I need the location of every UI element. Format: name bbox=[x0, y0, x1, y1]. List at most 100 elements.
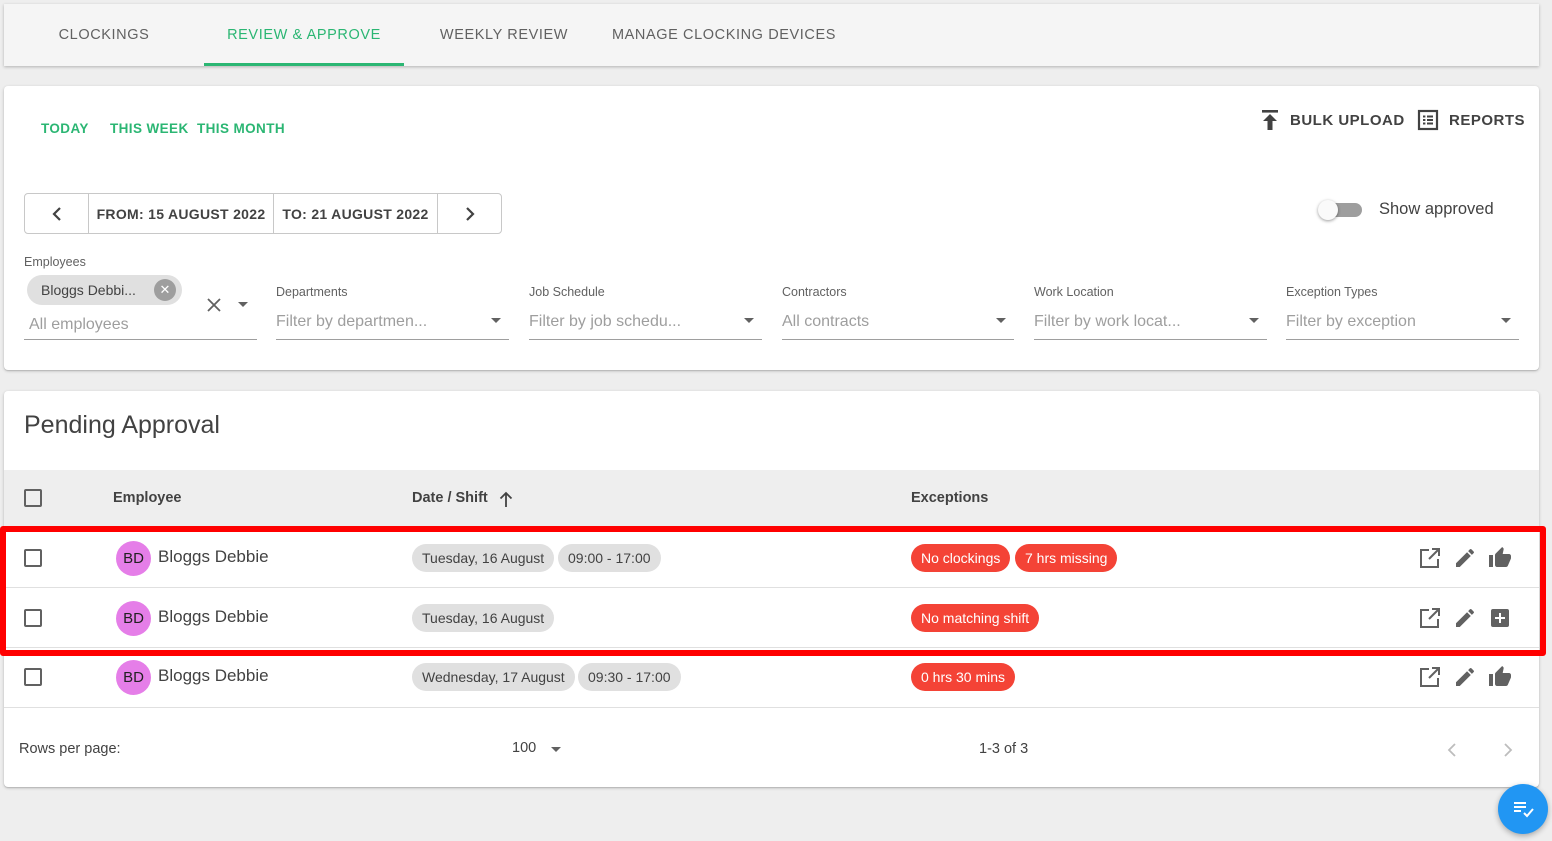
tab-manage-clocking-devices[interactable]: MANAGE CLOCKING DEVICES bbox=[604, 4, 844, 66]
tab-weekly-review[interactable]: WEEKLY REVIEW bbox=[404, 4, 604, 66]
row-checkbox[interactable] bbox=[24, 609, 42, 627]
shift-chip: 09:00 - 17:00 bbox=[558, 544, 661, 572]
next-week-button[interactable] bbox=[438, 194, 501, 233]
to-date-button[interactable]: TO: 21 AUGUST 2022 bbox=[274, 194, 438, 233]
departments-label: Departments bbox=[276, 285, 348, 299]
date-shift-column-header[interactable]: Date / Shift bbox=[412, 490, 488, 506]
today-button[interactable]: TODAY bbox=[41, 121, 89, 136]
row-checkbox[interactable] bbox=[24, 549, 42, 567]
avatar: BD bbox=[116, 660, 151, 695]
rows-per-page-select[interactable]: 100 bbox=[512, 739, 568, 761]
this-week-button[interactable]: THIS WEEK bbox=[110, 121, 189, 136]
table-row[interactable]: BD Bloggs Debbie Tuesday, 16 August 09:0… bbox=[4, 528, 1539, 588]
work-location-dropdown-icon bbox=[1249, 318, 1259, 323]
chevron-left-icon bbox=[51, 206, 61, 221]
employees-dropdown-icon[interactable] bbox=[238, 302, 248, 307]
arrow-up-icon[interactable] bbox=[499, 490, 513, 508]
edit-icon[interactable] bbox=[1453, 665, 1477, 689]
section-title: Pending Approval bbox=[24, 411, 220, 439]
table-header: Employee Date / Shift Exceptions bbox=[4, 470, 1539, 526]
floating-action-button[interactable] bbox=[1498, 784, 1548, 834]
playlist-check-icon bbox=[1514, 802, 1534, 818]
employees-select[interactable]: All employees bbox=[24, 308, 257, 340]
avatar: BD bbox=[116, 541, 151, 576]
contractors-placeholder: All contracts bbox=[782, 313, 870, 330]
date-chip: Wednesday, 17 August bbox=[412, 663, 575, 691]
rows-per-page-value: 100 bbox=[512, 740, 537, 756]
thumb-up-icon[interactable] bbox=[1488, 546, 1512, 570]
reports-button[interactable]: REPORTS bbox=[1417, 106, 1525, 134]
avatar: BD bbox=[116, 601, 151, 636]
filter-card: TODAY THIS WEEK THIS MONTH BULK UPLOAD R… bbox=[4, 86, 1539, 370]
toggle-thumb bbox=[1318, 200, 1338, 220]
job-schedule-placeholder: Filter by job schedu... bbox=[529, 313, 682, 330]
edit-icon[interactable] bbox=[1453, 546, 1477, 570]
from-date-button[interactable]: FROM: 15 AUGUST 2022 bbox=[89, 194, 274, 233]
pending-approval-card: Pending Approval Employee Date / Shift E… bbox=[4, 391, 1539, 787]
table-row[interactable]: BD Bloggs Debbie Tuesday, 16 August No m… bbox=[4, 588, 1539, 648]
employee-name: Bloggs Debbie bbox=[158, 607, 269, 626]
edit-icon[interactable] bbox=[1453, 606, 1477, 630]
exception-chip: 7 hrs missing bbox=[1015, 544, 1118, 572]
work-location-placeholder: Filter by work locat... bbox=[1034, 313, 1181, 330]
shift-chip: 09:30 - 17:00 bbox=[578, 663, 681, 691]
employee-chip-label: Bloggs Debbi... bbox=[41, 282, 136, 298]
employees-label: Employees bbox=[24, 255, 86, 269]
show-approved-label: Show approved bbox=[1379, 200, 1494, 218]
pagination-range: 1-3 of 3 bbox=[979, 741, 1029, 757]
exception-types-label: Exception Types bbox=[1286, 285, 1378, 299]
table-row[interactable]: BD Bloggs Debbie Wednesday, 17 August 09… bbox=[4, 648, 1539, 708]
tab-review-approve[interactable]: REVIEW & APPROVE bbox=[204, 4, 404, 66]
employee-column-header[interactable]: Employee bbox=[113, 490, 182, 506]
exception-types-dropdown-icon bbox=[1501, 318, 1511, 323]
job-schedule-select[interactable]: Filter by job schedu... bbox=[529, 308, 762, 340]
open-in-new-icon[interactable] bbox=[1418, 546, 1442, 570]
departments-select[interactable]: Filter by departmen... bbox=[276, 308, 509, 340]
list-alt-icon bbox=[1417, 109, 1439, 131]
previous-week-button[interactable] bbox=[25, 194, 89, 233]
departments-dropdown-icon bbox=[491, 318, 501, 323]
departments-placeholder: Filter by departmen... bbox=[276, 313, 428, 330]
rows-per-page-label: Rows per page: bbox=[19, 741, 121, 757]
previous-page-icon[interactable] bbox=[1447, 742, 1457, 758]
bulk-upload-label: BULK UPLOAD bbox=[1290, 111, 1405, 129]
employees-placeholder: All employees bbox=[29, 316, 129, 333]
tab-bar: CLOCKINGS REVIEW & APPROVE WEEKLY REVIEW… bbox=[4, 4, 1539, 66]
bulk-upload-button[interactable]: BULK UPLOAD bbox=[1260, 106, 1405, 134]
exception-types-placeholder: Filter by exception bbox=[1286, 313, 1416, 330]
date-chip: Tuesday, 16 August bbox=[412, 604, 555, 632]
row-checkbox[interactable] bbox=[24, 668, 42, 686]
open-in-new-icon[interactable] bbox=[1418, 606, 1442, 630]
employee-name: Bloggs Debbie bbox=[158, 547, 269, 566]
job-schedule-label: Job Schedule bbox=[529, 285, 605, 299]
remove-chip-icon[interactable]: ✕ bbox=[154, 279, 176, 301]
employee-chip: Bloggs Debbi... ✕ bbox=[27, 275, 182, 305]
upload-icon bbox=[1262, 110, 1278, 130]
tab-clockings[interactable]: CLOCKINGS bbox=[4, 4, 204, 66]
show-approved-toggle[interactable] bbox=[1318, 198, 1366, 222]
exception-chip: No matching shift bbox=[911, 604, 1040, 632]
thumb-up-icon[interactable] bbox=[1488, 665, 1512, 689]
next-page-icon[interactable] bbox=[1503, 742, 1513, 758]
employee-name: Bloggs Debbie bbox=[158, 666, 269, 685]
rows-per-page-dropdown-icon bbox=[551, 747, 561, 752]
work-location-select[interactable]: Filter by work locat... bbox=[1034, 308, 1267, 340]
exceptions-column-header[interactable]: Exceptions bbox=[911, 490, 988, 506]
date-chip: Tuesday, 16 August bbox=[412, 544, 555, 572]
reports-label: REPORTS bbox=[1449, 111, 1526, 129]
work-location-label: Work Location bbox=[1034, 285, 1114, 299]
chevron-right-icon bbox=[465, 206, 475, 221]
this-month-button[interactable]: THIS MONTH bbox=[197, 121, 285, 136]
date-range-navigator: FROM: 15 AUGUST 2022 TO: 21 AUGUST 2022 bbox=[24, 193, 502, 234]
contractors-label: Contractors bbox=[782, 285, 847, 299]
exception-types-select[interactable]: Filter by exception bbox=[1286, 308, 1519, 340]
exception-chip: No clockings bbox=[911, 544, 1011, 572]
add-box-icon[interactable] bbox=[1488, 606, 1512, 630]
open-in-new-icon[interactable] bbox=[1418, 665, 1442, 689]
contractors-select[interactable]: All contracts bbox=[782, 308, 1014, 340]
job-schedule-dropdown-icon bbox=[744, 318, 754, 323]
select-all-checkbox[interactable] bbox=[24, 489, 42, 507]
contractors-dropdown-icon bbox=[996, 318, 1006, 323]
clear-employees-icon[interactable] bbox=[207, 298, 221, 312]
exception-chip: 0 hrs 30 mins bbox=[911, 663, 1016, 691]
